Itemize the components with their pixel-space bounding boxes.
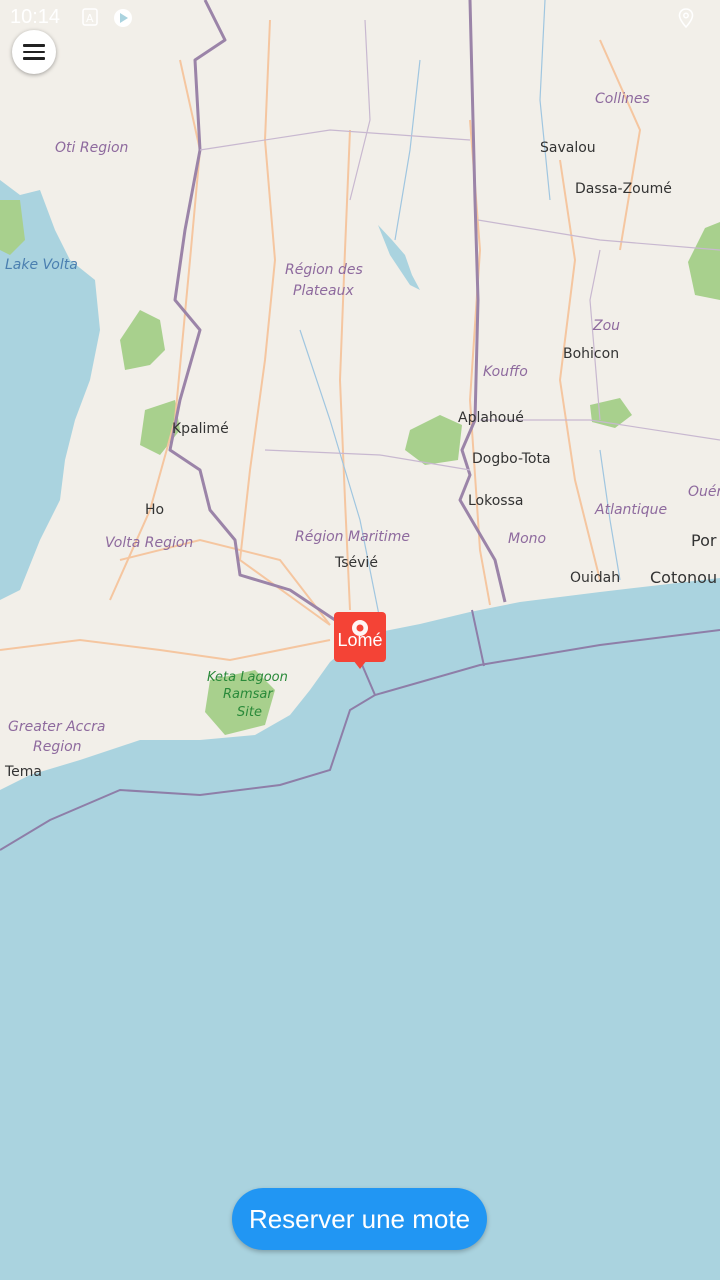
map-label: Region <box>33 739 82 755</box>
map-label: Kouffo <box>483 364 528 380</box>
map-label: Bohicon <box>563 346 619 362</box>
map-label: Savalou <box>540 140 596 156</box>
map-label: Ramsar <box>223 687 274 702</box>
map-label: Volta Region <box>105 535 193 551</box>
map-label: Tema <box>4 764 42 780</box>
map-label: Kpalimé <box>172 421 229 437</box>
map-label: Site <box>237 705 262 720</box>
map-label: Zou <box>592 318 620 334</box>
map-label: Région Maritime <box>295 529 410 545</box>
marker-box: Lomé <box>334 612 386 662</box>
map-label: Aplahoué <box>458 410 524 426</box>
status-bar: 10:14 A <box>0 0 720 36</box>
hamburger-menu-icon <box>23 44 45 60</box>
font-icon: A <box>82 8 98 31</box>
map-label: Atlantique <box>594 502 667 518</box>
map-label: Ho <box>145 502 164 518</box>
svg-text:A: A <box>86 12 94 25</box>
map-label: Dassa-Zoumé <box>575 181 672 197</box>
map-label: Ouidah <box>570 570 620 586</box>
map-label: Mono <box>508 531 546 547</box>
map-label: Lokossa <box>468 493 523 509</box>
map-label: Tsévié <box>334 555 378 571</box>
reserve-moto-button[interactable]: Reserver une mote <box>232 1188 487 1250</box>
map-label: Greater Accra <box>8 719 105 735</box>
map-label: Dogbo-Tota <box>472 451 551 467</box>
map-label: Por <box>691 531 717 550</box>
map-label: Collines <box>595 91 650 107</box>
marker-tip <box>353 660 367 669</box>
menu-button[interactable] <box>12 30 56 74</box>
location-pin-marker[interactable]: Lomé <box>334 612 386 670</box>
marker-label: Lomé <box>337 630 383 650</box>
map-label: Cotonou <box>650 568 717 587</box>
map-label: Keta Lagoon <box>207 670 288 685</box>
map-label: Région des <box>285 262 363 278</box>
location-icon <box>678 8 694 33</box>
play-store-icon <box>113 8 133 33</box>
map-label: Lake Volta <box>5 257 78 273</box>
map-label: Ouémé <box>688 484 720 500</box>
status-time: 10:14 <box>10 6 61 28</box>
map-label: Plateaux <box>293 283 354 299</box>
map-label: Oti Region <box>55 140 128 156</box>
